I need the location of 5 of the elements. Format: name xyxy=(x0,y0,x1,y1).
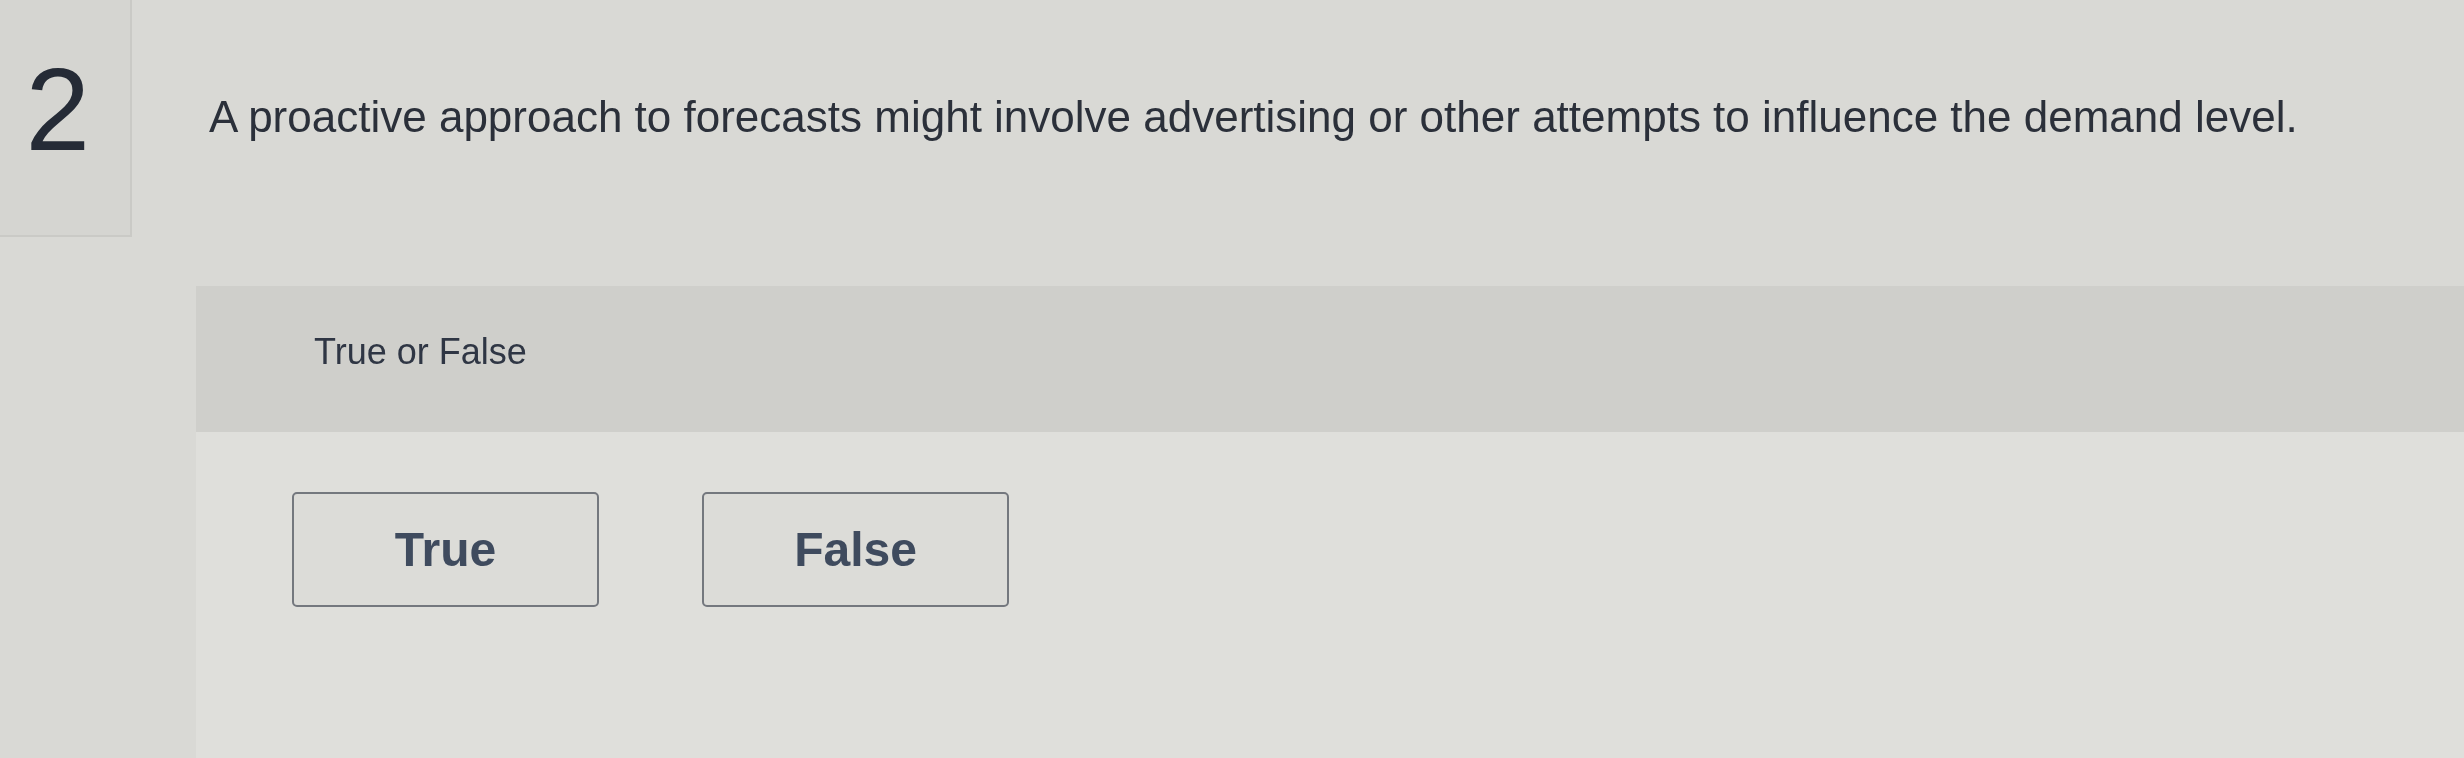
answer-option-button[interactable]: False xyxy=(702,492,1009,607)
answer-option-button[interactable]: True xyxy=(292,492,599,607)
question-number: 2 xyxy=(25,52,90,168)
prompt-text: True or False xyxy=(314,330,527,374)
question-text: A proactive approach to forecasts might involve advertising or other attempts to influence the demand level. xyxy=(209,92,2299,142)
